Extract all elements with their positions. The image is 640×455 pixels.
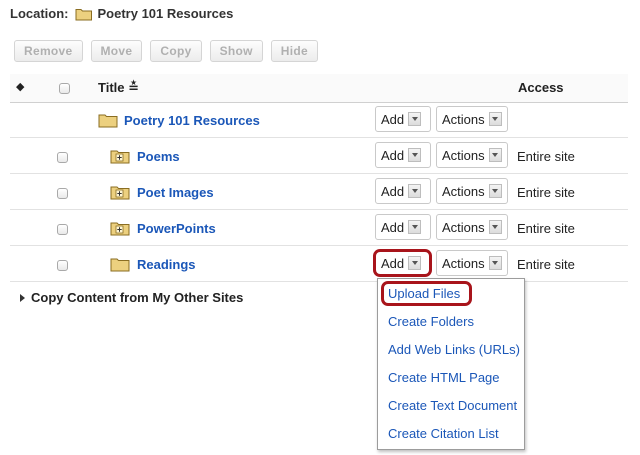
add-label: Add (381, 219, 405, 235)
menu-item-create-citation-list[interactable]: Create Citation List (388, 426, 499, 441)
folder-link-poems[interactable]: Poems (137, 149, 180, 164)
folder-plus-icon[interactable] (110, 220, 130, 241)
location-label: Location: (10, 6, 69, 21)
folder-icon (98, 112, 118, 133)
folder-link-readings[interactable]: Readings (137, 257, 196, 272)
title-column-header[interactable]: Title ≛ (98, 80, 139, 96)
show-button[interactable]: Show (209, 40, 263, 62)
access-value: Entire site (517, 221, 575, 236)
row-divider (10, 209, 628, 210)
folder-plus-icon[interactable] (110, 148, 130, 169)
select-all-checkbox[interactable] (59, 83, 70, 94)
remove-button[interactable]: Remove (14, 40, 83, 62)
location-path: Poetry 101 Resources (97, 6, 234, 21)
access-value: Entire site (517, 185, 575, 200)
chevron-down-icon (488, 184, 502, 198)
menu-item-add-web-links[interactable]: Add Web Links (URLs) (388, 342, 520, 357)
root-folder-link[interactable]: Poetry 101 Resources (124, 113, 260, 128)
add-label: Add (381, 183, 405, 199)
add-label: Add (381, 111, 405, 127)
actions-label: Actions (442, 219, 485, 235)
copy-button[interactable]: Copy (150, 40, 202, 62)
add-dropdown[interactable]: Add (375, 214, 431, 240)
folder-icon (75, 7, 93, 21)
row-divider (10, 137, 628, 138)
folder-icon (110, 256, 130, 277)
row-checkbox[interactable] (57, 260, 68, 271)
actions-dropdown[interactable]: Actions (436, 142, 508, 168)
actions-label: Actions (442, 183, 485, 199)
folder-link-poet-images[interactable]: Poet Images (137, 185, 214, 200)
sort-icon[interactable]: ◆ (16, 80, 24, 93)
menu-item-create-html-page[interactable]: Create HTML Page (388, 370, 500, 385)
chevron-down-icon (488, 148, 502, 162)
chevron-down-icon (488, 220, 502, 234)
chevron-down-icon (408, 184, 422, 198)
row-checkbox[interactable] (57, 152, 68, 163)
add-label: Add (381, 255, 405, 271)
folder-plus-icon[interactable] (110, 184, 130, 205)
chevron-down-icon (488, 256, 502, 270)
chevron-down-icon (408, 220, 422, 234)
access-value: Entire site (517, 257, 575, 272)
actions-dropdown[interactable]: Actions (436, 178, 508, 204)
actions-label: Actions (442, 255, 485, 271)
chevron-down-icon (408, 112, 422, 126)
menu-item-create-folders[interactable]: Create Folders (388, 314, 474, 329)
chevron-down-icon (488, 112, 502, 126)
toolbar: Remove Move Copy Show Hide (14, 40, 326, 62)
actions-dropdown[interactable]: Actions (436, 214, 508, 240)
chevron-down-icon (408, 148, 422, 162)
menu-item-upload-files[interactable]: Upload Files (388, 286, 460, 301)
row-divider (10, 245, 628, 246)
location-breadcrumb: Location: Poetry 101 Resources (10, 6, 233, 21)
hide-button[interactable]: Hide (270, 40, 318, 62)
actions-label: Actions (442, 147, 485, 163)
expand-triangle-icon (20, 293, 25, 302)
add-dropdown[interactable]: Add (375, 178, 431, 204)
add-dropdown[interactable]: Add (375, 142, 431, 168)
copy-content-label: Copy Content from My Other Sites (31, 290, 244, 305)
actions-dropdown[interactable]: Actions (436, 106, 508, 132)
chevron-down-icon (408, 256, 422, 270)
add-dropdown[interactable]: Add (375, 106, 431, 132)
actions-label: Actions (442, 111, 485, 127)
add-dropdown-highlighted[interactable]: Add (373, 249, 432, 277)
access-column-header: Access (518, 80, 564, 95)
actions-dropdown[interactable]: Actions (436, 250, 508, 276)
row-divider (10, 281, 628, 282)
add-label: Add (381, 147, 405, 163)
row-divider (10, 173, 628, 174)
copy-content-toggle[interactable]: Copy Content from My Other Sites (20, 290, 243, 305)
menu-item-create-text-document[interactable]: Create Text Document (388, 398, 517, 413)
access-value: Entire site (517, 149, 575, 164)
row-checkbox[interactable] (57, 224, 68, 235)
folder-link-powerpoints[interactable]: PowerPoints (137, 221, 216, 236)
move-button[interactable]: Move (90, 40, 143, 62)
row-checkbox[interactable] (57, 188, 68, 199)
